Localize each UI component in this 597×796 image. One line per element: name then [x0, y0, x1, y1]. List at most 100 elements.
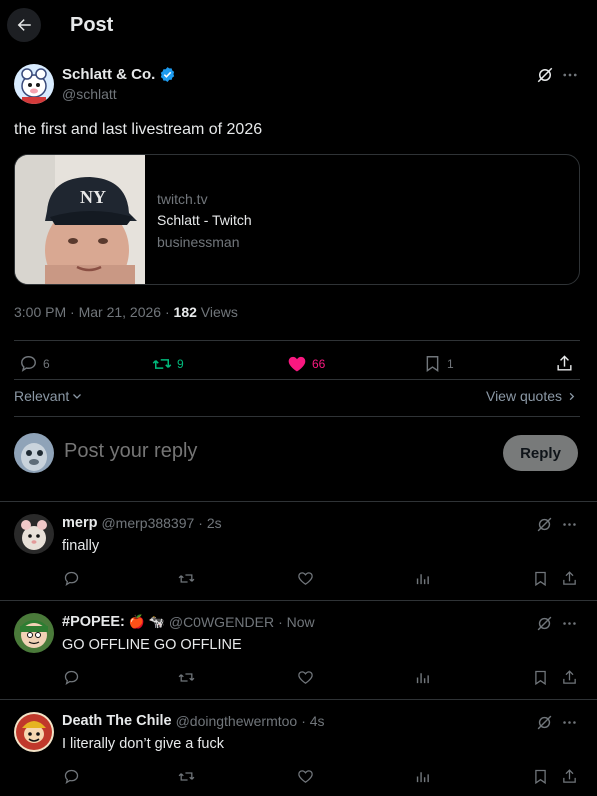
- repost-action[interactable]: [178, 669, 195, 686]
- more-options-button[interactable]: [561, 66, 579, 84]
- reply-icon: [64, 571, 79, 586]
- reply-header: #POPEE: 🍎 🐄 @C0WGENDER · Now: [62, 614, 315, 630]
- divider: [14, 416, 580, 417]
- analytics-icon: [416, 574, 429, 585]
- reply-author-name[interactable]: merp: [62, 515, 97, 531]
- reply-author-handle[interactable]: @C0WGENDER: [169, 614, 274, 630]
- share-action[interactable]: [561, 669, 578, 686]
- like-action[interactable]: [297, 570, 314, 587]
- grok-button[interactable]: [536, 66, 554, 84]
- top-bar: Post: [0, 0, 597, 52]
- repost-action[interactable]: [178, 570, 195, 587]
- like-action[interactable]: 66: [287, 354, 325, 374]
- svg-text:NY: NY: [80, 187, 106, 207]
- share-icon: [563, 571, 576, 585]
- reply-author-name[interactable]: Death The Chile: [62, 713, 172, 729]
- share-icon: [563, 769, 576, 783]
- bookmark-action[interactable]: [532, 669, 549, 686]
- reply-text: I literally don’t give a fuck: [62, 736, 224, 752]
- grok-icon: [537, 715, 552, 730]
- grok-button[interactable]: [536, 615, 553, 632]
- view-quotes-label[interactable]: View quotes: [486, 388, 562, 404]
- reply-time[interactable]: · 4s: [301, 713, 324, 729]
- more-horizontal-icon: [563, 622, 576, 625]
- reply-button[interactable]: Reply: [503, 435, 578, 471]
- reply-time[interactable]: · 2s: [198, 515, 221, 531]
- repost-action[interactable]: [178, 768, 195, 785]
- reply-text: GO OFFLINE GO OFFLINE: [62, 637, 242, 653]
- bookmark-icon: [535, 670, 546, 686]
- views-action[interactable]: [414, 570, 431, 587]
- views-label: Views: [196, 304, 238, 320]
- bookmark-count: 1: [447, 356, 454, 371]
- divider: [14, 340, 580, 341]
- more-horizontal-icon: [563, 73, 577, 77]
- more-options-button[interactable]: [561, 714, 578, 731]
- page-title: Post: [70, 14, 114, 36]
- post-text: the first and last livestream of 2026: [14, 121, 263, 138]
- grok-button[interactable]: [536, 516, 553, 533]
- reply-author-avatar[interactable]: [14, 514, 54, 554]
- link-card-thumbnail: NY: [15, 155, 145, 284]
- bookmark-action[interactable]: 1: [423, 354, 454, 373]
- grok-icon: [537, 67, 553, 83]
- more-options-button[interactable]: [561, 615, 578, 632]
- bookmark-action[interactable]: [532, 768, 549, 785]
- like-action[interactable]: [297, 768, 314, 785]
- share-action[interactable]: [561, 570, 578, 587]
- reply-count: 6: [43, 356, 50, 371]
- views-action[interactable]: [414, 669, 431, 686]
- author-handle[interactable]: @schlatt: [62, 86, 117, 102]
- reply-action[interactable]: 6: [19, 354, 50, 373]
- share-icon: [563, 670, 576, 684]
- bookmark-action[interactable]: [532, 570, 549, 587]
- link-card[interactable]: NY twitch.tv Schlatt - Twitch businessma…: [14, 154, 580, 285]
- more-options-button[interactable]: [561, 516, 578, 533]
- user-avatar[interactable]: [14, 433, 54, 473]
- link-card-description: businessman: [157, 234, 240, 250]
- author-avatar[interactable]: [14, 64, 54, 104]
- repost-icon: [178, 772, 195, 781]
- bookmark-icon: [535, 571, 546, 587]
- post-timestamp[interactable]: 3:00 PM · Mar 21, 2026 · 182 Views: [14, 304, 238, 320]
- reply-action[interactable]: [63, 768, 80, 785]
- grok-button[interactable]: [536, 714, 553, 731]
- sort-label[interactable]: Relevant: [14, 388, 69, 404]
- reply-author-handle[interactable]: @merp388397: [101, 515, 194, 531]
- chevron-down-icon: [73, 394, 82, 399]
- like-action[interactable]: [297, 669, 314, 686]
- author-name-text[interactable]: Schlatt & Co.: [62, 66, 155, 83]
- reply-author-handle[interactable]: @doingthewermtoo: [176, 713, 298, 729]
- divider: [0, 699, 597, 700]
- view-quotes-link[interactable]: View quotes: [486, 388, 577, 404]
- author-name[interactable]: Schlatt & Co.: [62, 66, 176, 83]
- reply-action[interactable]: [63, 669, 80, 686]
- divider: [14, 379, 580, 380]
- reply-icon: [21, 356, 36, 372]
- reply-input[interactable]: [64, 440, 484, 463]
- reply-author-avatar[interactable]: [14, 712, 54, 752]
- grok-icon: [537, 616, 552, 631]
- bookmark-icon: [426, 356, 439, 372]
- reply-header: Death The Chile @doingthewermtoo · 4s: [62, 713, 325, 729]
- post-time[interactable]: 3:00 PM · Mar 21, 2026 ·: [14, 304, 174, 320]
- divider: [0, 501, 597, 502]
- reply-icon: [64, 670, 79, 685]
- reply-author-emoji: 🍎 🐄: [128, 614, 165, 629]
- back-button[interactable]: [7, 8, 41, 42]
- repost-action[interactable]: 9: [152, 354, 184, 374]
- reply-action[interactable]: [63, 570, 80, 587]
- views-action[interactable]: [414, 768, 431, 785]
- repost-count: 9: [177, 357, 184, 371]
- reply-author-name[interactable]: #POPEE:: [62, 614, 125, 630]
- heart-icon: [298, 671, 313, 684]
- heart-filled-icon: [288, 356, 306, 372]
- reply-time[interactable]: · Now: [278, 614, 315, 630]
- analytics-icon: [416, 673, 429, 684]
- more-horizontal-icon: [563, 721, 576, 724]
- sort-replies-dropdown[interactable]: Relevant: [14, 388, 83, 404]
- reply-header: merp @merp388397 · 2s: [62, 515, 222, 531]
- reply-author-avatar[interactable]: [14, 613, 54, 653]
- share-action[interactable]: [555, 354, 574, 373]
- share-action[interactable]: [561, 768, 578, 785]
